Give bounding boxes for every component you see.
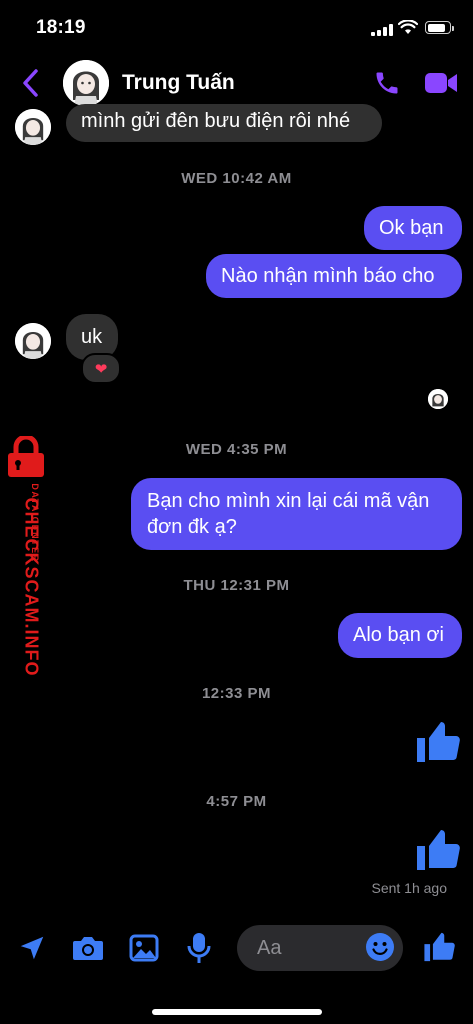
- contact-name[interactable]: Trung Tuấn: [122, 71, 235, 95]
- outgoing-message[interactable]: Bạn cho mình xin lại cái mã vận đơn đk ạ…: [131, 478, 462, 550]
- contact-avatar-small[interactable]: [15, 109, 51, 145]
- home-indicator: [152, 1009, 322, 1015]
- microphone-icon[interactable]: [187, 932, 211, 964]
- timestamp: WED 4:35 PM: [185, 441, 288, 458]
- outgoing-message[interactable]: Alo bạn ơi: [338, 613, 462, 658]
- camera-icon[interactable]: [72, 934, 104, 962]
- heart-reaction-icon[interactable]: ❤: [81, 353, 121, 384]
- phone-call-icon[interactable]: [372, 69, 402, 97]
- video-call-icon[interactable]: [424, 70, 458, 96]
- outgoing-message[interactable]: Nào nhận mình báo cho: [206, 254, 462, 298]
- back-chevron-icon[interactable]: [20, 68, 42, 98]
- thumbs-up-icon[interactable]: [415, 718, 463, 766]
- photo-gallery-icon[interactable]: [129, 934, 159, 962]
- incoming-message[interactable]: mình gửi đên bưu điện rôi nhé: [66, 104, 382, 142]
- outgoing-message[interactable]: Ok bạn: [364, 206, 462, 250]
- contact-avatar[interactable]: [63, 60, 109, 106]
- timestamp: WED 10:42 AM: [181, 170, 292, 187]
- location-arrow-icon[interactable]: [17, 933, 47, 963]
- emoji-icon[interactable]: [365, 932, 395, 962]
- seen-avatar: [428, 389, 448, 409]
- avatar-illustration: [63, 60, 109, 106]
- battery-icon: [425, 21, 454, 34]
- timestamp: 12:33 PM: [201, 685, 272, 702]
- thumbs-up-send-icon[interactable]: [423, 930, 457, 964]
- sent-status: Sent 1h ago: [371, 880, 447, 896]
- lock-icon: [8, 436, 44, 477]
- thumbs-up-icon[interactable]: [415, 826, 463, 874]
- watermark-title: CHECKSCAM.INFO: [21, 497, 42, 677]
- timestamp: 4:57 PM: [206, 793, 267, 810]
- contact-avatar-small[interactable]: [15, 323, 51, 359]
- cellular-signal-icon: [371, 24, 393, 36]
- status-time: 18:19: [36, 17, 86, 38]
- timestamp: THU 12:31 PM: [183, 577, 290, 594]
- wifi-icon: [398, 20, 418, 34]
